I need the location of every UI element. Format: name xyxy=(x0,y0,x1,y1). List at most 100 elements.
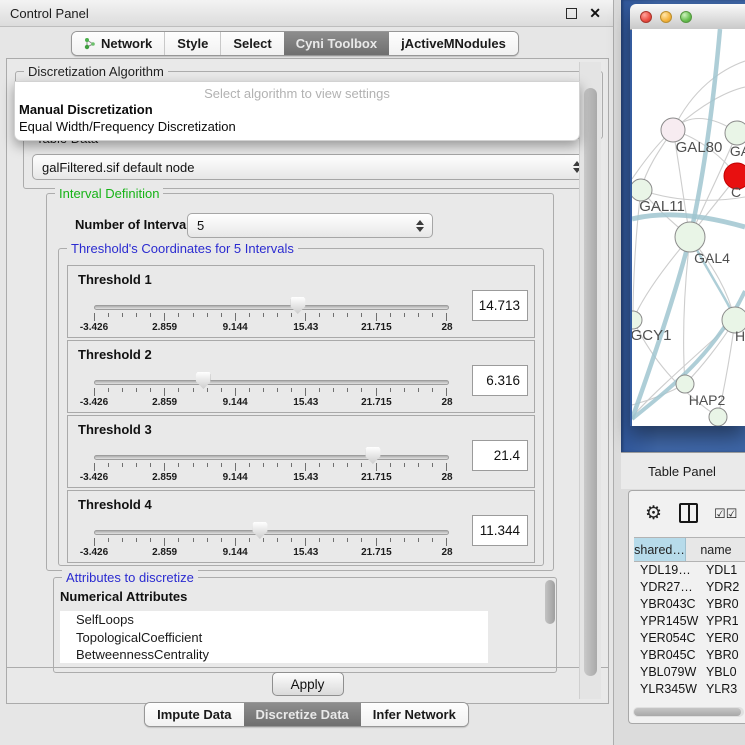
numerical-attributes-list[interactable]: SelfLoopsTopologicalCoefficientBetweenne… xyxy=(60,611,488,663)
horizontal-scrollbar[interactable] xyxy=(633,707,744,717)
table-row[interactable]: YPR145WYPR1 xyxy=(634,612,745,629)
slider-track[interactable] xyxy=(94,455,449,460)
network-node-gal4[interactable] xyxy=(675,222,705,252)
slider-thumb[interactable] xyxy=(365,447,380,464)
slider-track[interactable] xyxy=(94,305,449,310)
slider-thumb[interactable] xyxy=(196,372,211,389)
minimize-traffic-light[interactable] xyxy=(660,11,672,23)
slider-tick-label: 15.43 xyxy=(293,397,318,408)
table-row[interactable]: YBR043CYBR0 xyxy=(634,595,745,612)
slider-tick-label: 15.43 xyxy=(293,322,318,333)
bottom-tab-row: Impute Data Discretize Data Infer Network xyxy=(0,702,613,727)
threshold-value-input[interactable]: 21.4 xyxy=(472,440,528,471)
list-scrollbar[interactable] xyxy=(545,580,555,624)
control-panel-window: Control Panel ✕ NetworkStyleSelectCyni T… xyxy=(0,0,614,745)
table-cell: YPR145W xyxy=(634,614,699,628)
slider-tick-label: 21.715 xyxy=(361,322,392,333)
checkbox-icon[interactable]: ☑ xyxy=(714,507,726,520)
group-title: Threshold's Coordinates for 5 Intervals xyxy=(67,241,298,256)
table-row[interactable]: YBR045CYBR0 xyxy=(634,646,745,663)
tab-style[interactable]: Style xyxy=(164,32,220,55)
table-rows: YDL19…YDL1YDR27…YDR2YBR043CYBR0YPR145WYP… xyxy=(634,561,745,697)
node-label: C xyxy=(731,184,741,200)
gear-icon[interactable]: ⚙ xyxy=(645,504,662,523)
group-title: Attributes to discretize xyxy=(62,570,198,585)
node-label: HAP2 xyxy=(689,392,726,408)
slider-thumb[interactable] xyxy=(252,522,267,539)
scrollbar-thumb[interactable] xyxy=(634,708,741,716)
table-row[interactable]: YDR27…YDR2 xyxy=(634,578,745,595)
node-label: H xyxy=(735,328,745,344)
panel-title: Control Panel xyxy=(0,6,566,21)
column-header-name[interactable]: name xyxy=(686,538,745,561)
slider-track[interactable] xyxy=(94,380,449,385)
tab-label: Discretize Data xyxy=(256,707,349,722)
dropdown-option-manual-discretization[interactable]: Manual Discretization xyxy=(15,101,579,118)
network-svg: GAL80GACGAL11GAL4GCY1HHAP2 xyxy=(632,29,745,426)
table-row[interactable]: YLR345WYLR3 xyxy=(634,680,745,697)
tab-cyni-toolbox[interactable]: Cyni Toolbox xyxy=(284,32,389,55)
threshold-value-input[interactable]: 6.316 xyxy=(472,365,528,396)
slider-tick-label: 28 xyxy=(441,397,452,408)
tab-discretize-data[interactable]: Discretize Data xyxy=(244,703,361,726)
tab-network[interactable]: Network xyxy=(72,32,164,55)
top-tab-row: NetworkStyleSelectCyni Toolbox jActiveMNo… xyxy=(71,31,519,56)
table-row[interactable]: YER054CYER0 xyxy=(634,629,745,646)
table-row[interactable]: YBL079WYBL0 xyxy=(634,663,745,680)
threshold-value-input[interactable]: 11.344 xyxy=(472,515,528,546)
control-panel-titlebar: Control Panel ✕ xyxy=(0,0,613,27)
column-header-shared[interactable]: shared… xyxy=(634,538,686,561)
table-row[interactable]: YDL19…YDL1 xyxy=(634,561,745,578)
table-cell: YER054C xyxy=(634,631,699,645)
threshold-box: Threshold 4-3.4262.8599.14415.4321.71528… xyxy=(67,490,535,563)
float-window-icon[interactable] xyxy=(566,8,577,19)
network-node-hap2[interactable] xyxy=(676,375,694,393)
tab-select[interactable]: Select xyxy=(220,32,283,55)
apply-button[interactable]: Apply xyxy=(272,672,344,696)
scrollbar-thumb[interactable] xyxy=(584,88,597,676)
slider-track[interactable] xyxy=(94,530,449,535)
threshold-value-input[interactable]: 14.713 xyxy=(472,290,528,321)
table-cell: YER0 xyxy=(699,631,745,645)
node-label: GAL11 xyxy=(639,198,685,215)
slider-tick-label: 15.43 xyxy=(293,472,318,483)
zoom-traffic-light[interactable] xyxy=(680,11,692,23)
top-tab-bar: NetworkStyleSelectCyni Toolbox jActiveMNo… xyxy=(71,31,519,56)
slider-ticks xyxy=(94,538,447,546)
group-title: Discretization Algorithm xyxy=(24,64,168,79)
dropdown-placeholder: Select algorithm to view settings xyxy=(15,82,579,101)
slider-tick-label: 15.43 xyxy=(293,547,318,558)
list-item-selfloops[interactable]: SelfLoops xyxy=(60,611,488,629)
table-cell: YBR0 xyxy=(699,597,745,611)
table-data-combobox[interactable]: galFiltered.sif default node xyxy=(32,154,590,180)
algorithm-dropdown-popup: Select algorithm to view settings Manual… xyxy=(14,81,580,141)
list-item-betweennesscentrality[interactable]: BetweennessCentrality xyxy=(60,646,488,663)
table-panel-title: Table Panel xyxy=(621,464,716,479)
tab-impute-data[interactable]: Impute Data xyxy=(145,703,243,726)
slider-thumb[interactable] xyxy=(290,297,305,314)
threshold-label: Threshold 4 xyxy=(78,497,152,512)
split-columns-icon[interactable] xyxy=(679,503,698,523)
dropdown-option-equal-width-frequency-discretization[interactable]: Equal Width/Frequency Discretization xyxy=(15,118,579,135)
network-desktop: GAL80GACGAL11GAL4GCY1HHAP2 xyxy=(621,0,745,452)
slider-tick-label: 28 xyxy=(441,322,452,333)
network-window-titlebar[interactable] xyxy=(630,4,745,30)
tab-jactivemnodules[interactable]: jActiveMNodules xyxy=(389,32,518,55)
table-cell: YBL0 xyxy=(699,665,745,679)
list-item-topologicalcoefficient[interactable]: TopologicalCoefficient xyxy=(60,629,488,647)
network-canvas[interactable]: GAL80GACGAL11GAL4GCY1HHAP2 xyxy=(632,29,745,426)
checkbox-icon[interactable]: ☑ xyxy=(726,507,738,520)
close-traffic-light[interactable] xyxy=(640,11,652,23)
network-node-ga[interactable] xyxy=(725,121,745,145)
table-panel-titlebar: Table Panel xyxy=(621,452,745,489)
content-scrollbar[interactable] xyxy=(579,62,601,699)
network-node[interactable] xyxy=(709,408,727,426)
slider-ticks xyxy=(94,388,447,396)
tab-label: Impute Data xyxy=(157,707,231,722)
tab-label: jActiveMNodules xyxy=(401,36,506,51)
number-of-intervals-combobox[interactable]: 5 xyxy=(187,213,433,238)
tab-infer-network[interactable]: Infer Network xyxy=(361,703,468,726)
threshold-label: Threshold 3 xyxy=(78,422,152,437)
threshold-label: Threshold 2 xyxy=(78,347,152,362)
close-icon[interactable]: ✕ xyxy=(589,6,601,20)
